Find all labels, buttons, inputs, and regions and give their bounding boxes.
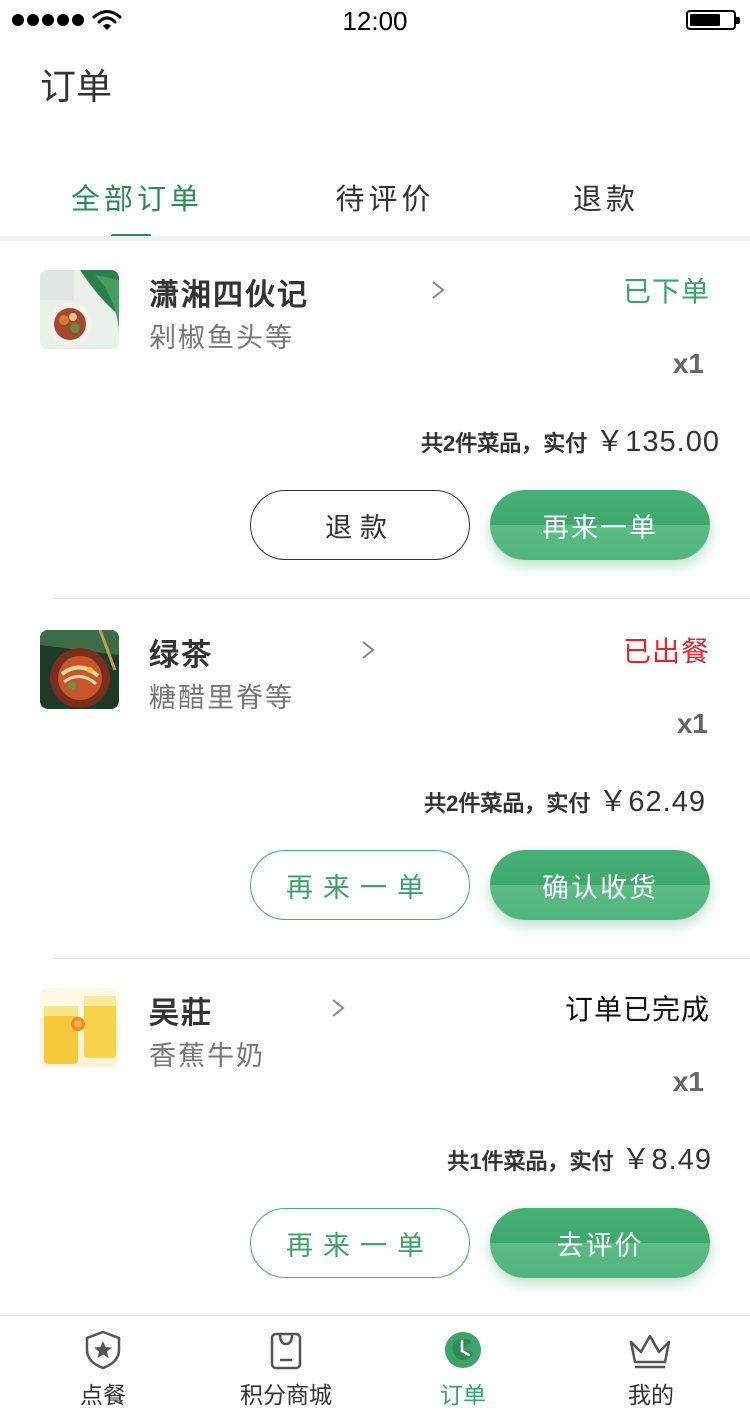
- shield-star-icon: [85, 1330, 121, 1370]
- battery-icon: [686, 10, 740, 30]
- shop-thumbnail-image[interactable]: [40, 630, 119, 709]
- nav-item-order-food[interactable]: 点餐: [23, 1316, 183, 1415]
- shop-name[interactable]: 绿茶: [149, 630, 213, 674]
- shop-name[interactable]: 吴莊: [149, 988, 213, 1032]
- order-price: ￥135.00: [595, 426, 720, 458]
- tab-all-orders[interactable]: 全部订单: [37, 176, 237, 218]
- order-quantity: x1: [672, 1066, 704, 1097]
- tab-pending-review[interactable]: 待评价: [285, 176, 485, 218]
- order-quantity: x1: [672, 348, 704, 379]
- nav-label: 点餐: [80, 1382, 126, 1408]
- shop-thumbnail-image[interactable]: [40, 270, 119, 349]
- reorder-button[interactable]: 再来一单: [490, 490, 710, 560]
- reorder-button[interactable]: 再来一单: [250, 1208, 470, 1278]
- page-title: 订单: [40, 66, 113, 107]
- order-status: 已下单: [622, 276, 710, 307]
- order-price: ￥8.49: [621, 1144, 712, 1176]
- chevron-right-icon[interactable]: [431, 280, 445, 300]
- clock-icon: [445, 1332, 481, 1368]
- shop-name[interactable]: 潇湘四伙记: [149, 270, 309, 314]
- order-tabs: 全部订单 待评价 退款: [0, 176, 750, 238]
- tab-refund[interactable]: 退款: [506, 176, 706, 218]
- shop-thumbnail-image[interactable]: [40, 988, 119, 1067]
- bottom-navigation: 点餐 积分商城 订单 我的: [0, 1315, 750, 1415]
- nav-label: 积分商城: [240, 1382, 332, 1408]
- dish-summary: 糖醋里脊等: [149, 683, 294, 713]
- dish-summary: 香蕉牛奶: [149, 1041, 265, 1071]
- chevron-right-icon[interactable]: [331, 998, 345, 1018]
- dish-summary: 剁椒鱼头等: [149, 323, 294, 353]
- chevron-right-icon[interactable]: [361, 640, 375, 660]
- review-button[interactable]: 去评价: [490, 1208, 710, 1278]
- refund-button[interactable]: 退款: [250, 490, 470, 560]
- order-price: ￥62.49: [598, 786, 706, 818]
- item-count-text: 共2件菜品，实付: [421, 431, 588, 456]
- order-status: 已出餐: [622, 636, 710, 667]
- order-summary: 共1件菜品，实付 ￥8.49: [447, 1136, 712, 1178]
- order-status: 订单已完成: [564, 994, 710, 1025]
- order-card: 吴莊 香蕉牛奶 订单已完成 x1 共1件菜品，实付 ￥8.49 再来一单 去评价: [0, 958, 750, 1318]
- reorder-button[interactable]: 再来一单: [250, 850, 470, 920]
- nav-item-profile[interactable]: 我的: [571, 1316, 731, 1415]
- order-divider: [52, 598, 750, 599]
- item-count-text: 共1件菜品，实付: [447, 1149, 614, 1174]
- order-card: 绿茶 糖醋里脊等 已出餐 x1 共2件菜品，实付 ￥62.49 再来一单 确认收货: [0, 600, 750, 960]
- order-card: 潇湘四伙记 剁椒鱼头等 已下单 x1 共2件菜品，实付 ￥135.00 退款 再来…: [0, 240, 750, 600]
- status-time: 12:00: [342, 6, 408, 36]
- crown-icon: [629, 1334, 671, 1369]
- status-bar: 12:00: [0, 0, 750, 42]
- shopping-bag-icon: [270, 1332, 302, 1370]
- nav-label: 我的: [628, 1382, 674, 1408]
- confirm-receipt-button[interactable]: 确认收货: [490, 850, 710, 920]
- nav-label: 订单: [440, 1382, 486, 1408]
- order-quantity: x1: [676, 708, 708, 739]
- order-summary: 共2件菜品，实付 ￥135.00: [421, 418, 720, 460]
- nav-item-points-mall[interactable]: 积分商城: [206, 1316, 366, 1415]
- order-summary: 共2件菜品，实付 ￥62.49: [424, 778, 706, 820]
- item-count-text: 共2件菜品，实付: [424, 791, 591, 816]
- nav-item-orders[interactable]: 订单: [383, 1316, 543, 1415]
